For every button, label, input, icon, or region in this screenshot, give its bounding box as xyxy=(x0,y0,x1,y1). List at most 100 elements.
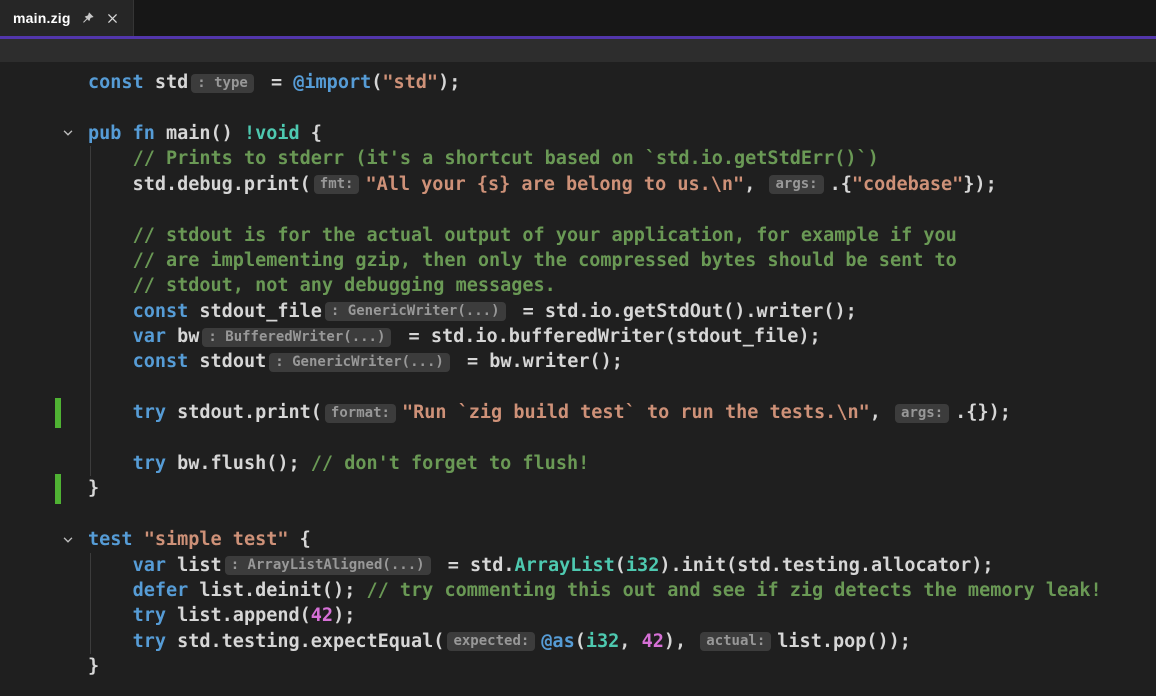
code-token xyxy=(121,123,132,144)
code-line-text: try bw.flush(); // don't forget to flush… xyxy=(88,453,589,474)
gutter xyxy=(0,172,88,197)
code-token: stdout xyxy=(188,351,266,372)
fold-chevron-icon[interactable] xyxy=(60,125,76,141)
code-line[interactable] xyxy=(0,197,1156,222)
code-token: defer xyxy=(133,580,189,601)
code-line[interactable]: } xyxy=(0,476,1156,501)
code-line-text: pub fn main() !void { xyxy=(88,123,322,144)
code-line[interactable]: try bw.flush(); // don't forget to flush… xyxy=(0,451,1156,476)
code-token: ); xyxy=(333,605,355,626)
code-line-text: } xyxy=(88,478,99,499)
gutter xyxy=(0,629,88,654)
code-token xyxy=(88,453,133,474)
code-line[interactable]: } xyxy=(0,654,1156,679)
inlay-hint: : GenericWriter(...) xyxy=(269,353,450,372)
fold-chevron-icon[interactable] xyxy=(60,532,76,548)
code-line[interactable]: // stdout is for the actual output of yo… xyxy=(0,222,1156,247)
gutter xyxy=(0,273,88,298)
code-line-text: // are implementing gzip, then only the … xyxy=(88,250,957,271)
code-token: var xyxy=(133,555,166,576)
code-line[interactable]: // are implementing gzip, then only the … xyxy=(0,248,1156,273)
code-token: list.deinit(); xyxy=(188,580,366,601)
code-token: ); xyxy=(438,72,460,93)
code-line[interactable]: test "simple test" { xyxy=(0,527,1156,552)
code-line[interactable] xyxy=(0,502,1156,527)
gutter xyxy=(0,70,88,95)
tab-main-zig[interactable]: main.zig xyxy=(0,0,134,36)
inlay-hint: args: xyxy=(769,175,823,194)
code-token: "All your {s} are belong to us.\n" xyxy=(365,174,744,195)
code-token: ).init(std.testing.allocator); xyxy=(659,555,993,576)
code-token xyxy=(88,275,133,296)
code-line[interactable]: const stdout: GenericWriter(...) = bw.wr… xyxy=(0,349,1156,374)
code-token: "codebase" xyxy=(852,174,963,195)
code-line[interactable]: try stdout.print(format:"Run `zig build … xyxy=(0,400,1156,425)
code-token: try xyxy=(133,605,166,626)
code-line[interactable]: defer list.deinit(); // try commenting t… xyxy=(0,578,1156,603)
code-token: ArrayList xyxy=(515,555,615,576)
code-line[interactable]: // Prints to stderr (it's a shortcut bas… xyxy=(0,146,1156,171)
gutter xyxy=(0,299,88,324)
code-line[interactable]: std.debug.print(fmt:"All your {s} are be… xyxy=(0,172,1156,197)
indent-guide xyxy=(90,146,91,476)
inlay-hint: expected: xyxy=(447,632,535,651)
code-line[interactable]: try std.testing.expectEqual(expected:@as… xyxy=(0,629,1156,654)
code-token xyxy=(88,301,133,322)
code-token: // Prints to stderr (it's a shortcut bas… xyxy=(133,148,879,169)
code-token: std.testing.expectEqual( xyxy=(166,631,444,652)
code-editor[interactable]: const std: type = @import("std"); pub fn … xyxy=(0,62,1156,696)
gutter xyxy=(0,451,88,476)
code-token: { xyxy=(289,529,311,550)
code-line-text: defer list.deinit(); // try commenting t… xyxy=(88,580,1102,601)
code-token: } xyxy=(88,478,99,499)
gutter xyxy=(0,248,88,273)
code-line[interactable] xyxy=(0,95,1156,120)
code-line[interactable]: var list: ArrayListAligned(...) = std.Ar… xyxy=(0,552,1156,577)
code-token: .{ xyxy=(830,174,852,195)
code-line[interactable]: const std: type = @import("std"); xyxy=(0,70,1156,95)
code-line-text: const std: type = @import("std"); xyxy=(88,72,460,93)
git-added-indicator[interactable] xyxy=(55,398,61,428)
code-line[interactable]: pub fn main() !void { xyxy=(0,121,1156,146)
code-line-text: // stdout, not any debugging messages. xyxy=(88,275,556,296)
code-token: @as xyxy=(541,631,574,652)
code-token: stdout_file xyxy=(188,301,322,322)
code-line[interactable] xyxy=(0,425,1156,450)
code-token: // try commenting this out and see if zi… xyxy=(366,580,1101,601)
code-token: = std.io.getStdOut().writer(); xyxy=(512,301,857,322)
code-line[interactable]: try list.append(42); xyxy=(0,603,1156,628)
code-area: const std: type = @import("std"); pub fn … xyxy=(0,62,1156,679)
code-token: // stdout, not any debugging messages. xyxy=(133,275,556,296)
code-token: const xyxy=(88,72,144,93)
code-token: try xyxy=(133,402,166,423)
inlay-hint: fmt: xyxy=(314,175,360,194)
code-token: try xyxy=(133,453,166,474)
gutter xyxy=(0,349,88,374)
tab-bar: main.zig xyxy=(0,0,1156,36)
code-line[interactable] xyxy=(0,375,1156,400)
git-added-indicator[interactable] xyxy=(55,474,61,504)
code-line[interactable]: // stdout, not any debugging messages. xyxy=(0,273,1156,298)
gutter xyxy=(0,425,88,450)
inlay-hint: args: xyxy=(895,404,949,423)
gutter xyxy=(0,375,88,400)
code-line[interactable]: const stdout_file: GenericWriter(...) = … xyxy=(0,299,1156,324)
code-token: list xyxy=(166,555,222,576)
pin-icon[interactable] xyxy=(80,10,96,26)
gutter xyxy=(0,578,88,603)
gutter xyxy=(0,95,88,120)
code-token: bw.flush(); xyxy=(166,453,311,474)
code-token: 42 xyxy=(642,631,664,652)
code-token: = std. xyxy=(437,555,515,576)
code-token: i32 xyxy=(586,631,619,652)
code-token: , xyxy=(619,631,641,652)
code-token: list.append( xyxy=(166,605,311,626)
code-token: "simple test" xyxy=(144,529,289,550)
breadcrumbs-bar xyxy=(0,39,1156,62)
tab-label: main.zig xyxy=(13,10,71,26)
code-token: { xyxy=(300,123,322,144)
editor-window: main.zig const std: type = @import("std"… xyxy=(0,0,1156,696)
code-token: // stdout is for the actual output of yo… xyxy=(133,225,957,246)
close-icon[interactable] xyxy=(105,10,121,26)
code-line[interactable]: var bw: BufferedWriter(...) = std.io.buf… xyxy=(0,324,1156,349)
